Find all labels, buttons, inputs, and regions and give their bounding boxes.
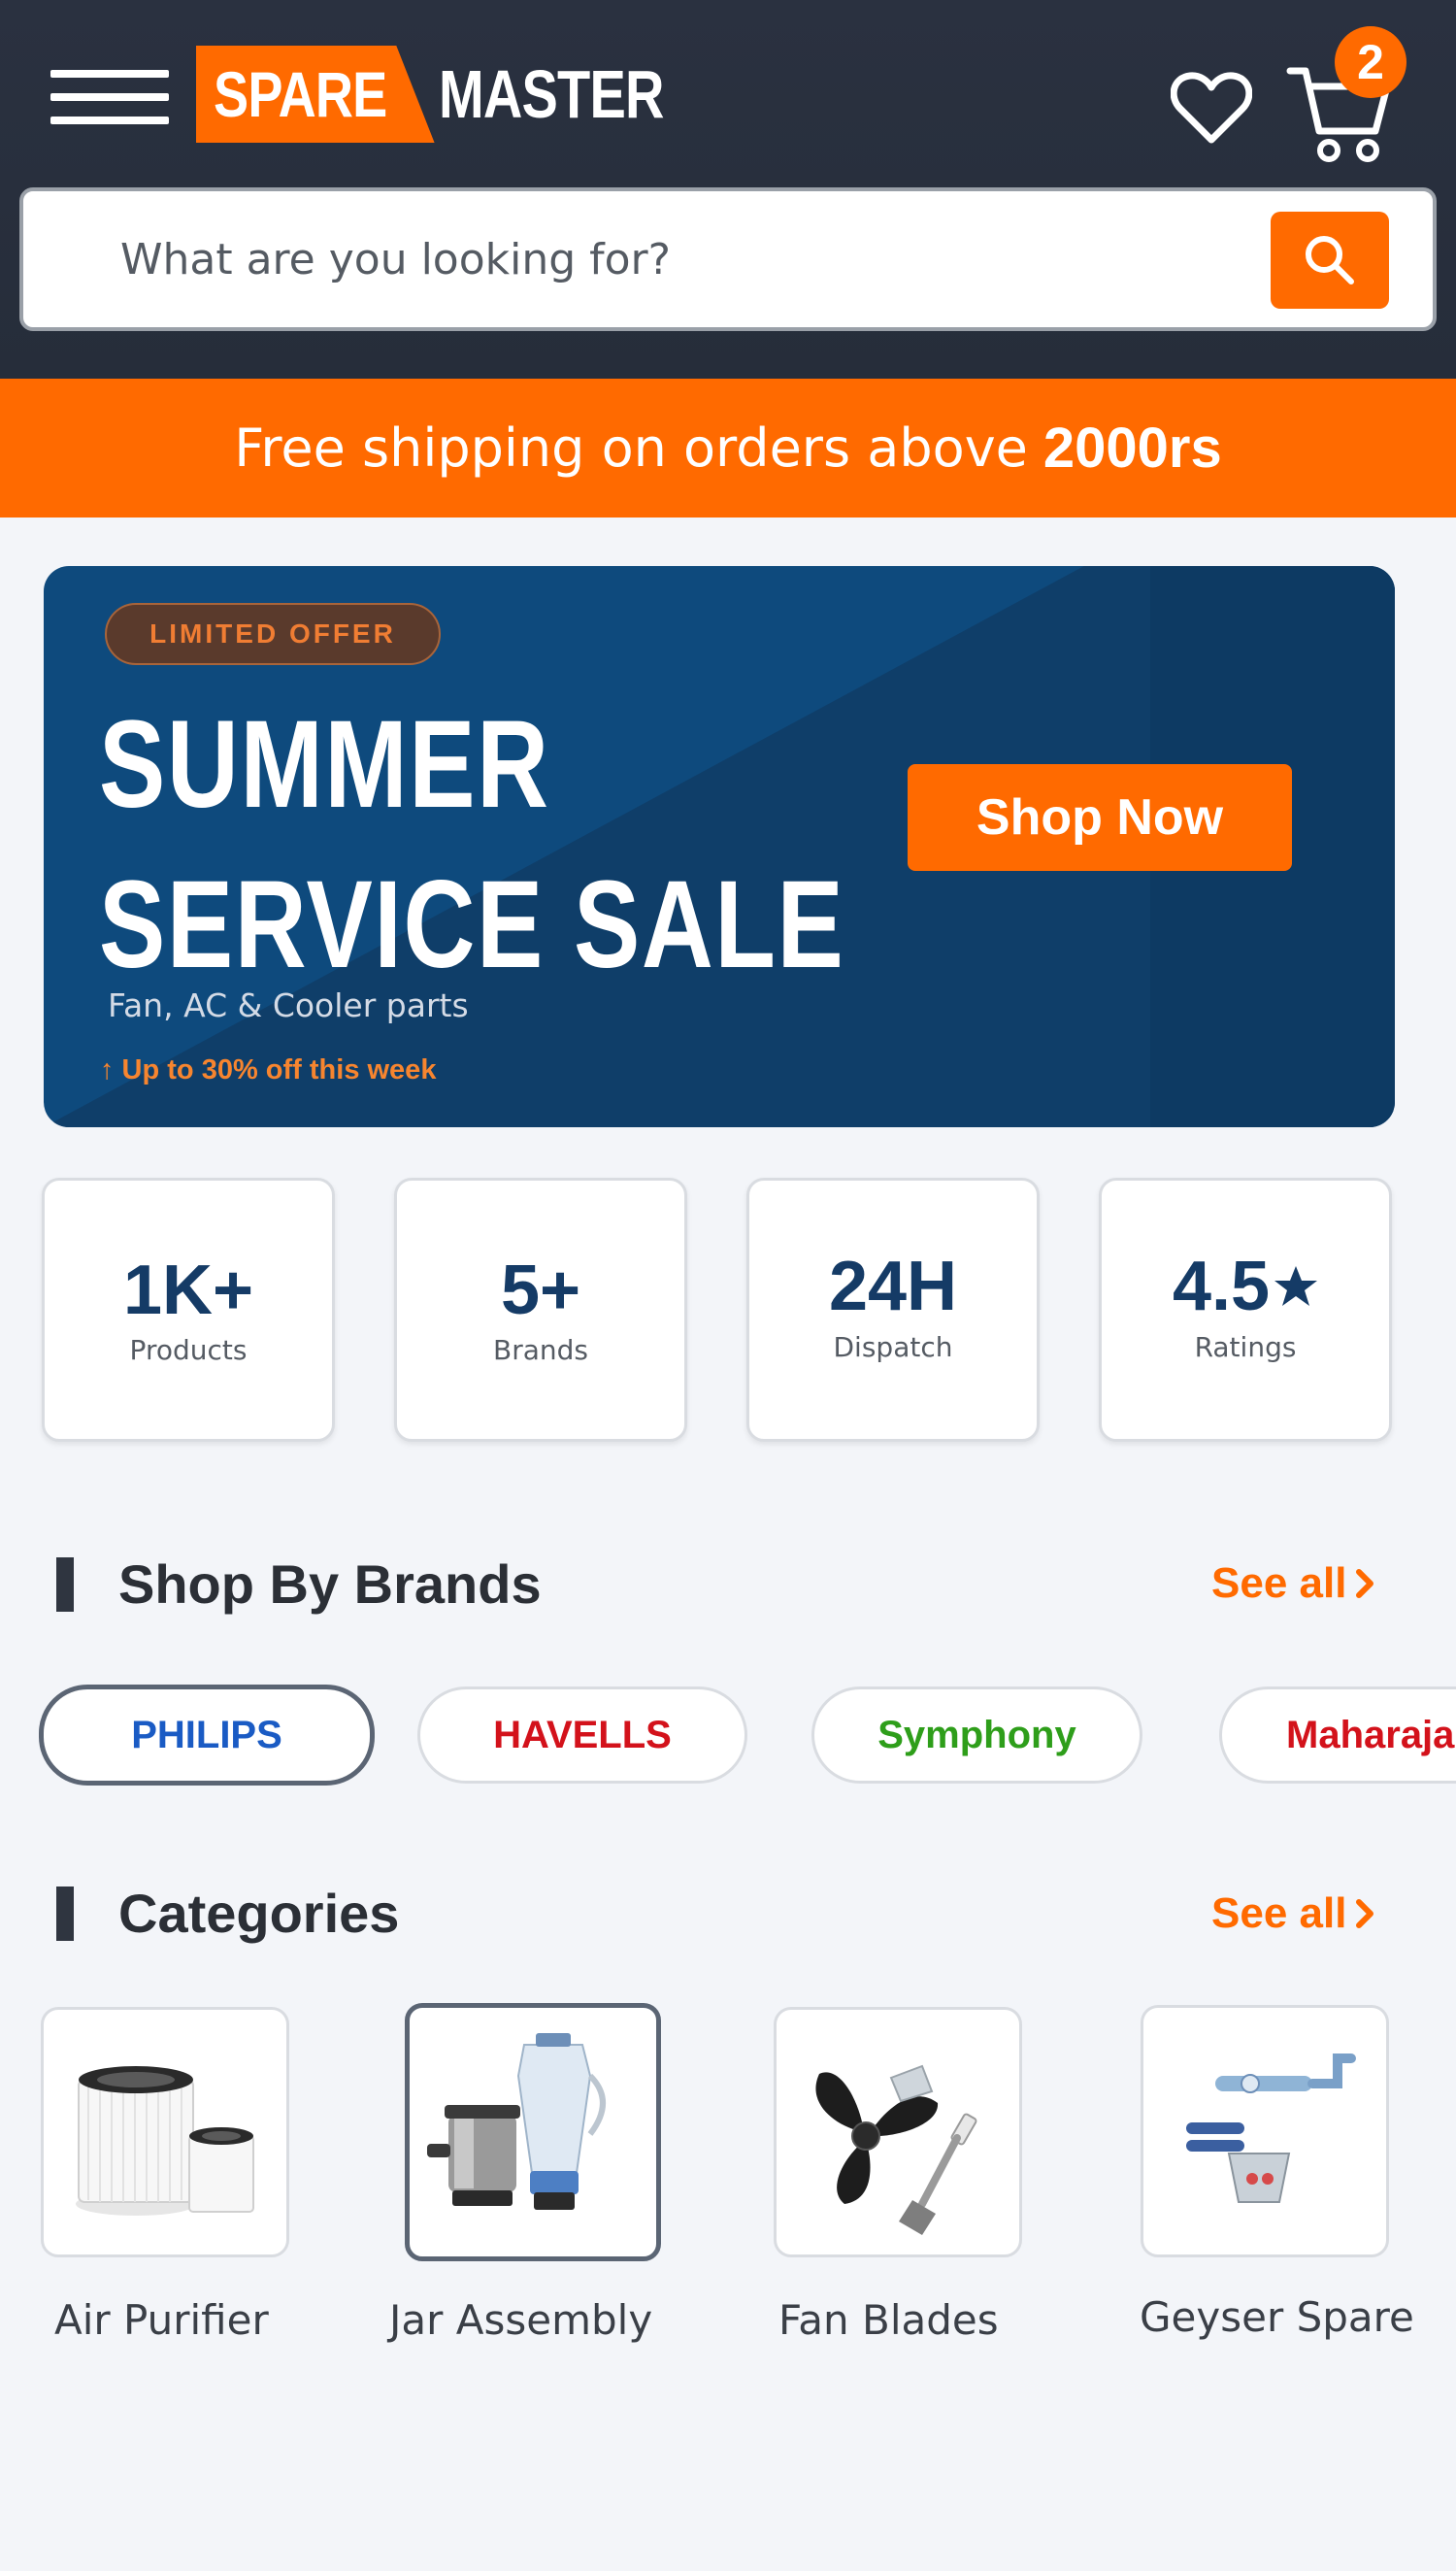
banner-discount-note: ↑ Up to 30% off this week <box>100 1054 437 1085</box>
see-all-label: See all <box>1211 1559 1347 1607</box>
brand-pill-philips[interactable]: PHILIPS <box>39 1685 375 1786</box>
chevron-right-icon <box>1356 1899 1374 1928</box>
stat-label: Ratings <box>1194 1331 1297 1363</box>
app-header: SPARE MASTER 2 <box>0 0 1456 379</box>
stat-label: Dispatch <box>833 1331 953 1363</box>
search-icon <box>1306 236 1354 284</box>
see-all-label: See all <box>1211 1889 1347 1937</box>
stat-card-products: 1K+ Products <box>42 1178 335 1442</box>
stat-label: Brands <box>493 1334 588 1366</box>
section-accent-bar <box>56 1887 74 1941</box>
chevron-right-icon <box>1356 1569 1374 1598</box>
category-tile-jar-assembly[interactable] <box>405 2003 661 2261</box>
brand-pill-maharaja[interactable]: Maharaja <box>1219 1686 1456 1784</box>
brand-label: PHILIPS <box>131 1713 282 1756</box>
stat-card-dispatch: 24H Dispatch <box>746 1178 1040 1442</box>
banner-title-line1: SUMMER <box>99 695 550 834</box>
stat-card-brands: 5+ Brands <box>394 1178 687 1442</box>
logo-master: MASTER <box>438 56 664 132</box>
section-accent-bar <box>56 1557 74 1612</box>
fan-blade-image <box>815 2064 977 2235</box>
heart-icon[interactable] <box>1171 68 1252 146</box>
geyser-element-image <box>1186 2053 1356 2203</box>
logo[interactable]: SPARE MASTER <box>196 46 719 143</box>
banner-title-line2: SERVICE SALE <box>99 855 845 994</box>
promo-banner[interactable]: LIMITED OFFER SUMMER SERVICE SALE Fan, A… <box>44 566 1395 1127</box>
shipping-text: Free shipping on orders above <box>234 417 1028 479</box>
brand-label: Symphony <box>877 1713 1076 1756</box>
brand-pill-symphony[interactable]: Symphony <box>811 1686 1142 1784</box>
banner-title: SUMMER SERVICE SALE <box>99 684 844 1005</box>
category-label: Fan Blades <box>778 2296 999 2344</box>
categories-section-title: Categories <box>118 1883 400 1944</box>
category-tile-air-purifier[interactable] <box>41 2007 289 2257</box>
search-bar <box>19 187 1437 331</box>
brands-see-all-link[interactable]: See all <box>1211 1559 1375 1608</box>
free-shipping-banner: Free shipping on orders above 2000rs <box>0 379 1456 518</box>
category-label: Jar Assembly <box>389 2296 653 2344</box>
search-input[interactable] <box>120 220 1237 298</box>
stat-value: 5+ <box>500 1252 581 1329</box>
stat-card-ratings: 4.5 Ratings <box>1099 1178 1392 1442</box>
brand-pill-havells[interactable]: HAVELLS <box>417 1686 747 1784</box>
category-tile-geyser-spare[interactable] <box>1141 2005 1389 2257</box>
categories-see-all-link[interactable]: See all <box>1211 1889 1375 1938</box>
search-button[interactable] <box>1271 212 1389 309</box>
brand-label: Maharaja <box>1286 1713 1455 1756</box>
banner-subtitle: Fan, AC & Cooler parts <box>108 986 469 1024</box>
stat-value-wrap: 4.5 <box>1102 1247 1389 1326</box>
category-label: Geyser Spare <box>1140 2293 1414 2341</box>
limited-offer-badge: LIMITED OFFER <box>105 603 441 665</box>
shipping-amount: 2000rs <box>1042 417 1222 480</box>
shop-now-button[interactable]: Shop Now <box>908 764 1292 871</box>
brand-label: HAVELLS <box>493 1713 672 1756</box>
logo-spare: SPARE <box>196 46 435 143</box>
air-purifier-filter-image <box>76 2066 254 2216</box>
stat-label: Products <box>129 1334 248 1366</box>
cart-count-badge: 2 <box>1335 26 1406 98</box>
brands-section-title: Shop By Brands <box>118 1553 542 1615</box>
star-icon <box>1274 1266 1318 1306</box>
stat-value: 4.5 <box>1172 1248 1271 1325</box>
mixer-jar-image <box>427 2033 606 2210</box>
menu-icon[interactable] <box>50 68 169 126</box>
stat-value: 24H <box>828 1248 958 1325</box>
category-label: Air Purifier <box>54 2296 269 2344</box>
stat-value: 1K+ <box>122 1252 254 1329</box>
category-tile-fan-blades[interactable] <box>774 2007 1022 2257</box>
